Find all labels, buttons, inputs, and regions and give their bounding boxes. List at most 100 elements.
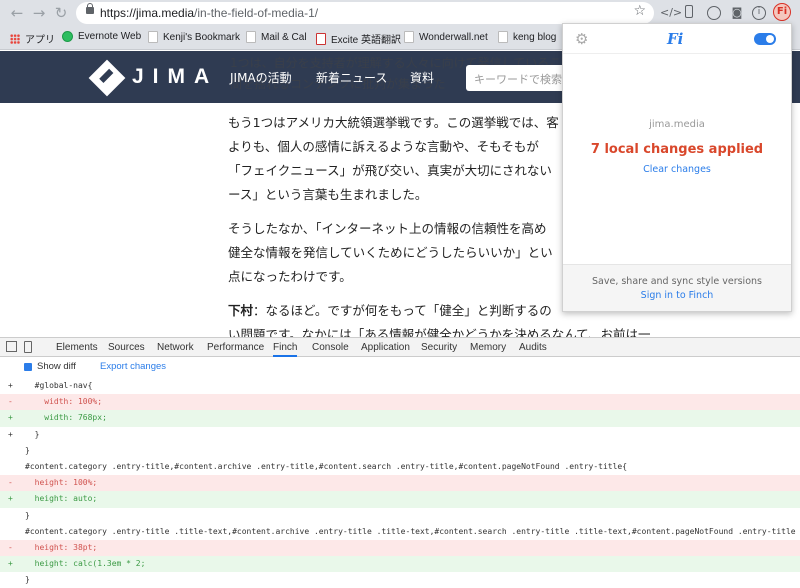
domain-label: jima.media [649,119,705,130]
diff-code: height: calc(1.3em * 2; [25,559,146,569]
diff-marker: + [8,413,13,423]
evernote-icon [62,31,73,42]
show-diff-label: Show diff [37,361,76,372]
diff-line: #content.category .entry-title,#content.… [0,459,800,475]
diff-code: } [25,575,30,585]
tab-finch[interactable]: Finch [273,342,298,357]
export-changes-link[interactable]: Export changes [100,361,166,372]
diff-marker: + [8,559,13,569]
diff-marker: - [8,542,13,552]
reload-icon[interactable]: ↻ [52,4,70,22]
address-bar[interactable]: https://jima.media/in-the-field-of-media… [76,2,654,24]
tab-console[interactable]: Console [312,342,349,353]
show-diff-checkbox[interactable] [24,363,32,371]
paragraph: 下村：なるほど。ですが何をもって「健全」と判断するの い問題です。なかには「ある情… [228,303,651,337]
circle-extension-icon[interactable] [707,6,721,20]
enable-toggle[interactable] [754,33,776,45]
bookmark-apps[interactable]: アプリ [10,31,55,46]
paragraph: そうしたなか、「インターネット上の情報の信頼性を高め 健全な情報を発信していくため… [228,221,553,284]
page-icon [148,31,158,43]
speaker-name: 下村 [228,303,254,318]
page-icon [498,31,508,43]
back-icon[interactable]: ← [8,4,26,22]
inspect-icon[interactable] [6,341,17,352]
bookmark-wonderwall[interactable]: Wonderwall.net [404,31,488,43]
sign-in-link[interactable]: Sign in to Finch [563,290,791,301]
diff-code: height: 100%; [25,478,98,488]
tab-memory[interactable]: Memory [470,342,506,353]
tab-sources[interactable]: Sources [108,342,145,353]
camera-extension-icon[interactable]: ◙ [730,6,744,20]
tab-application[interactable]: Application [361,342,410,353]
diff-line: #content.category .entry-title .title-te… [0,524,800,540]
clear-changes-link[interactable]: Clear changes [563,164,791,175]
tab-security[interactable]: Security [421,342,457,353]
diff-code: height: 38pt; [25,542,98,552]
gear-icon[interactable]: ⚙ [575,30,588,48]
diff-code: } [25,445,30,455]
diff-code: } [25,510,30,520]
page-icon [404,31,414,43]
popup-header: ⚙ Fi [563,24,791,54]
tab-network[interactable]: Network [157,342,194,353]
diff-marker: + [8,494,13,504]
diff-marker: - [8,397,13,407]
finch-toolbar: Show diff Export changes [0,358,800,376]
finch-extension-icon[interactable]: Fi [773,3,791,21]
article-body: もう1つはアメリカ大統領選挙戦です。この選挙戦では、客 よりも、個人の感情に訴える… [228,111,651,337]
diff-line: } [0,572,800,588]
search-input[interactable]: キーワードで検索 [466,65,576,91]
diff-line: - height: 38pt; [0,539,800,557]
diff-code: #global-nav{ [25,381,93,390]
diff-code: } [25,429,40,439]
diff-line: + height: calc(1.3em * 2; [0,556,800,573]
diff-marker: + [8,381,13,390]
tab-elements[interactable]: Elements [56,342,98,353]
excite-icon [316,32,326,45]
url-text: https://jima.media/in-the-field-of-media… [100,6,319,20]
diff-line: + #global-nav{ [0,378,800,394]
footer-text: Save, share and sync style versions [592,276,762,287]
apps-grid-icon [10,33,20,44]
bookmark-mail-cal[interactable]: Mail & Cal [246,31,307,43]
bookmark-keng-blog[interactable]: keng blog [498,31,556,43]
bookmark-kenji[interactable]: Kenji's Bookmark [148,31,240,43]
diff-code: width: 100%; [25,397,103,407]
finch-popup: ⚙ Fi jima.media 7 local changes applied … [562,23,792,312]
diff-line: - width: 100%; [0,394,800,411]
star-icon[interactable]: ☆ [633,3,646,19]
nav-documents[interactable]: 資料 [410,69,434,86]
diff-code: #content.category .entry-title .title-te… [25,526,800,536]
lock-icon [86,3,94,14]
site-logo-text[interactable]: JIMA [132,65,218,89]
diff-code: #content.category .entry-title,#content.… [25,461,628,471]
nav-activities[interactable]: JIMAの活動 [230,69,292,86]
changes-count: 7 local changes applied [590,142,764,157]
nav-news[interactable]: 新着ニュース [316,69,387,86]
diff-line: } [0,443,800,459]
diff-line: } [0,508,800,524]
tab-audits[interactable]: Audits [519,342,547,353]
diff-code: height: auto; [25,494,98,504]
diff-marker: + [8,429,13,439]
page-icon [246,31,256,43]
diff-line: + height: auto; [0,491,800,508]
device-toolbar-icon[interactable] [24,341,32,353]
diff-line: + } [0,427,800,443]
jima-logo-icon[interactable] [88,59,126,97]
bookmark-evernote[interactable]: Evernote Web [62,31,141,42]
popup-footer: Save, share and sync style versions Sign… [563,264,791,311]
bookmark-excite[interactable]: Excite 英語翻訳 [316,31,401,46]
tab-performance[interactable]: Performance [207,342,264,353]
diff-marker: - [8,478,13,488]
diff-code: width: 768px; [25,413,107,423]
phone-extension-icon[interactable] [685,5,693,18]
paragraph: もう1つはアメリカ大統領選挙戦です。この選挙戦では、客 よりも、個人の感情に訴える… [228,115,559,202]
diff-line: + width: 768px; [0,410,800,427]
forward-icon[interactable]: → [30,4,48,22]
diff-line: - height: 100%; [0,475,800,492]
finch-logo: Fi [667,30,684,48]
info-extension-icon[interactable]: i [752,6,766,20]
diff-view: + #global-nav{- width: 100%; + width: 768… [0,378,800,588]
code-extension-icon[interactable]: </> [660,6,682,20]
